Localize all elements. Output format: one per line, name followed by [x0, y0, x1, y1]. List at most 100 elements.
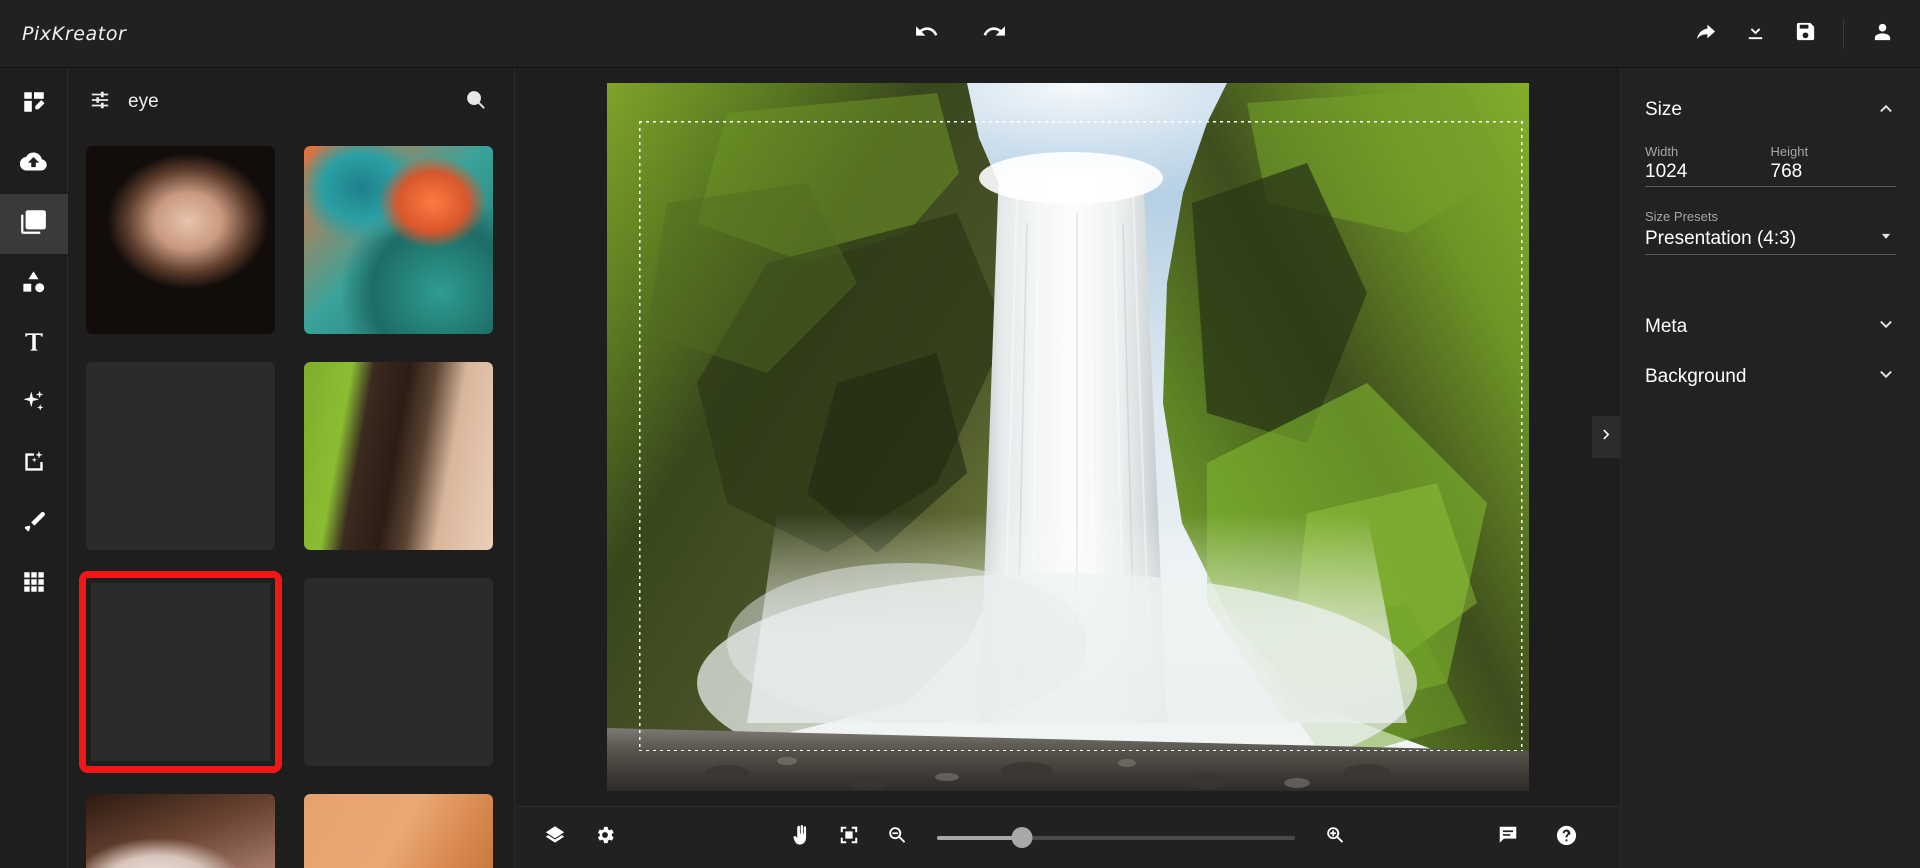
height-label: Height [1770, 144, 1809, 159]
meta-section-header[interactable]: Meta [1645, 307, 1896, 347]
text-t-icon [21, 329, 47, 360]
chevron-down-icon[interactable] [1876, 226, 1896, 251]
bottom-toolbar [515, 806, 1620, 868]
sidebar-item-elements[interactable] [0, 254, 68, 314]
thumbnail-image-3 [86, 362, 275, 550]
chevron-right-icon [1598, 426, 1615, 448]
fit-to-screen-button[interactable] [827, 816, 871, 860]
zoom-out-icon [886, 824, 908, 851]
thumbnail-item-7[interactable] [86, 794, 275, 868]
top-toolbar: PixKreator [0, 0, 1920, 68]
pixkreator-app: PixKreator eye Size Width 1024 Height 76… [0, 0, 1920, 868]
meta-chevron-down-icon[interactable] [1876, 315, 1896, 340]
pan-tool-button[interactable] [779, 816, 823, 860]
library-search-bar [68, 68, 514, 136]
undo-button[interactable] [902, 10, 950, 58]
size-presets-select[interactable]: Presentation (4:3) [1645, 226, 1896, 251]
layers-button[interactable] [533, 816, 577, 860]
thumbnail-item-4[interactable] [304, 362, 493, 550]
width-label: Width [1645, 144, 1679, 159]
layers-icon [544, 824, 566, 851]
hand-pan-icon [789, 824, 812, 852]
thumbnail-image-5 [86, 578, 275, 766]
photo-library-panel [68, 68, 515, 868]
height-input[interactable] [1770, 161, 1896, 183]
panel-spacer [1645, 255, 1896, 307]
thumbnail-item-2[interactable] [304, 146, 493, 334]
tune-filter-icon [89, 89, 111, 116]
background-section-title: Background [1645, 366, 1747, 387]
thumbnail-item-6[interactable] [304, 578, 493, 766]
sidebar-item-templates[interactable] [0, 74, 68, 134]
thumbnail-image-2 [304, 146, 493, 334]
zoom-slider[interactable] [936, 826, 1295, 850]
zoom-out-button[interactable] [875, 816, 919, 860]
thumbnail-grid [68, 136, 514, 868]
zoom-controls [779, 816, 1357, 860]
share-arrow-icon [1694, 20, 1717, 48]
width-input[interactable] [1645, 161, 1771, 183]
sidebar-item-apps[interactable] [0, 554, 68, 614]
filter-button[interactable] [86, 88, 114, 116]
size-section-title: Size [1645, 99, 1682, 120]
thumbnail-item-3[interactable] [86, 362, 275, 550]
thumbnail-image-4 [304, 362, 493, 550]
canvas-artwork [606, 83, 1529, 791]
sidebar-item-ai-image[interactable] [0, 434, 68, 494]
thumbnail-image-1 [86, 146, 275, 334]
properties-panel: Size Width Height Size Presets Prese [1620, 68, 1920, 868]
search-input[interactable] [128, 91, 444, 113]
height-field-wrapper: Height [1770, 144, 1896, 183]
left-tool-rail [0, 68, 68, 868]
search-icon [464, 88, 487, 116]
zoom-slider-handle[interactable] [1011, 827, 1033, 848]
images-icon [20, 208, 47, 240]
download-button[interactable] [1731, 10, 1779, 58]
bottom-left-tools [533, 816, 627, 860]
redo-icon [982, 19, 1007, 49]
zoom-in-button[interactable] [1313, 816, 1357, 860]
background-section-header[interactable]: Background [1645, 357, 1896, 397]
thumbnail-image-8 [304, 794, 493, 868]
sidebar-item-text[interactable] [0, 314, 68, 374]
sidebar-item-draw[interactable] [0, 494, 68, 554]
thumbnail-item-5-selected[interactable] [79, 571, 282, 773]
artboard[interactable] [606, 83, 1529, 791]
background-chevron-down-icon[interactable] [1876, 365, 1896, 390]
redo-button[interactable] [970, 10, 1018, 58]
save-button[interactable] [1781, 10, 1829, 58]
size-fields: Width Height [1645, 144, 1896, 187]
right-panel-toggle-button[interactable] [1592, 416, 1620, 458]
toolbar-divider [1843, 18, 1844, 49]
template-edit-icon [21, 89, 47, 120]
thumbnail-item-8[interactable] [304, 794, 493, 868]
search-submit-button[interactable] [458, 85, 492, 119]
brush-icon [21, 509, 47, 540]
sidebar-item-uploads[interactable] [0, 134, 68, 194]
account-button[interactable] [1858, 10, 1906, 58]
sidebar-item-effects[interactable] [0, 374, 68, 434]
thumbnail-image-7 [86, 794, 275, 868]
grid-apps-icon [21, 569, 47, 600]
comments-button[interactable] [1486, 816, 1530, 860]
canvas-area [515, 68, 1620, 868]
meta-section-title: Meta [1645, 316, 1688, 337]
app-body: Size Width Height Size Presets Prese [0, 68, 1920, 868]
zoom-slider-fill [936, 835, 1023, 840]
top-actions [1681, 10, 1906, 58]
share-button[interactable] [1681, 10, 1729, 58]
canvas-viewport[interactable] [515, 68, 1620, 806]
size-section-header[interactable]: Size [1645, 90, 1896, 130]
gear-icon [594, 824, 616, 851]
sidebar-item-photos[interactable] [0, 194, 68, 254]
user-avatar-icon [1871, 20, 1894, 48]
sparkles-icon [20, 388, 47, 420]
undo-icon [914, 19, 939, 49]
thumbnail-item-1[interactable] [86, 146, 275, 334]
chevron-up-icon[interactable] [1876, 98, 1896, 123]
size-presets-wrapper: Size Presets Presentation (4:3) [1645, 209, 1896, 255]
settings-button[interactable] [583, 816, 627, 860]
ai-image-icon [21, 449, 47, 480]
app-logo[interactable]: PixKreator [22, 23, 126, 45]
help-button[interactable] [1544, 816, 1588, 860]
